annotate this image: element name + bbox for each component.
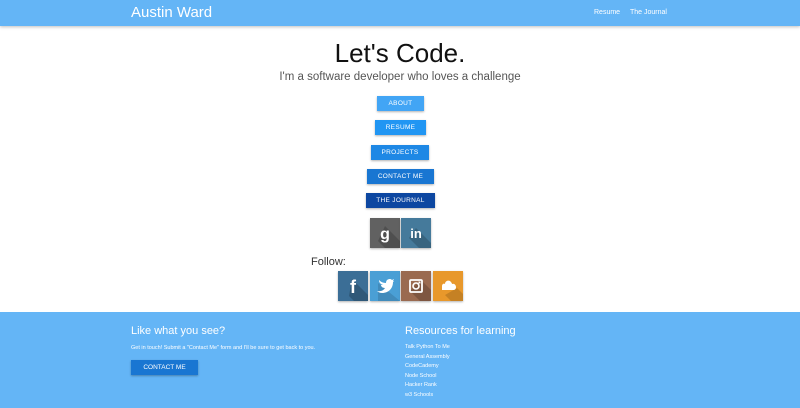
resource-link-hacker-rank[interactable]: Hacker Rank (405, 381, 450, 391)
resource-link-general-assembly[interactable]: General Assembly (405, 353, 450, 363)
hero-title: Let's Code. (334, 38, 466, 68)
resource-link-node-school[interactable]: Node School (405, 372, 450, 382)
footer-left-heading: Like what you see? (131, 325, 226, 337)
the-journal-button[interactable]: THE JOURNAL (366, 193, 435, 208)
linkedin-icon[interactable]: in (401, 218, 431, 248)
soundcloud-icon[interactable] (433, 271, 463, 301)
nav-link-resume[interactable]: Resume (594, 8, 620, 18)
instagram-icon[interactable] (401, 271, 431, 301)
svg-text:f: f (350, 277, 357, 297)
goodreads-icon[interactable]: g (370, 218, 400, 248)
about-button[interactable]: ABOUT (377, 96, 424, 111)
top-navbar: Austin Ward Resume The Journal (0, 0, 800, 26)
svg-text:in: in (410, 226, 422, 241)
resources-list: Talk Python To Me General Assembly CodeC… (405, 343, 450, 400)
twitter-icon[interactable] (370, 271, 400, 301)
svg-text:g: g (380, 226, 390, 243)
resource-link-codecademy[interactable]: CodeCademy (405, 362, 450, 372)
resume-button[interactable]: RESUME (375, 120, 426, 135)
site-brand[interactable]: Austin Ward (131, 4, 212, 22)
hero-subtitle: I'm a software developer who loves a cha… (279, 71, 521, 83)
resource-link-talk-python[interactable]: Talk Python To Me (405, 343, 450, 353)
resource-link-w3-schools[interactable]: w3 Schools (405, 391, 450, 401)
footer-right-heading: Resources for learning (405, 325, 516, 337)
projects-button[interactable]: PROJECTS (371, 145, 429, 160)
facebook-icon[interactable]: f (338, 271, 368, 301)
footer-contact-me-button[interactable]: CONTACT ME (131, 360, 198, 375)
nav-link-journal[interactable]: The Journal (630, 8, 667, 18)
follow-label: Follow: (311, 256, 346, 268)
footer-contact-text: Get in touch! Submit a "Contact Me" form… (131, 345, 316, 351)
contact-me-button[interactable]: CONTACT ME (367, 169, 434, 184)
footer: Like what you see? Resources for learnin… (0, 312, 800, 408)
